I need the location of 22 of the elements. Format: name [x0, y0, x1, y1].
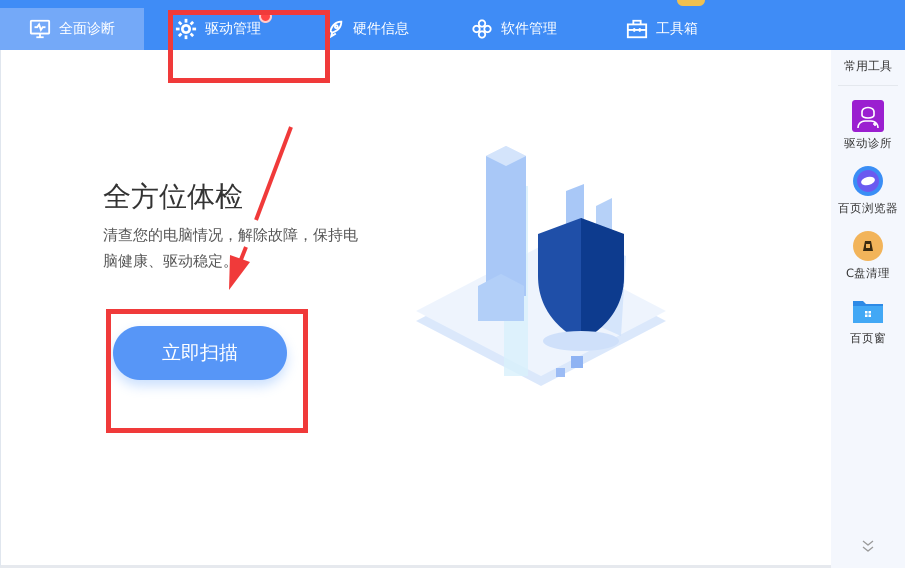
cleaner-icon — [852, 230, 884, 262]
tool-shortcut[interactable]: 驱动诊所 — [844, 100, 892, 151]
toolbox-icon — [626, 18, 648, 40]
tool-shortcut[interactable]: C盘清理 — [846, 230, 890, 281]
browser-icon — [852, 165, 884, 197]
hero-title: 全方位体检 — [103, 179, 244, 215]
hero-description: 清查您的电脑情况，解除故障，保持电脑健康、驱动稳定。 — [103, 225, 359, 272]
nav-tab[interactable]: 全面诊断 — [0, 8, 144, 50]
scan-button[interactable]: 立即扫描 — [113, 326, 287, 380]
tool-shortcut[interactable]: 百页窗 — [850, 295, 886, 346]
settings-icon — [175, 18, 197, 40]
nav-tab[interactable]: 工具箱 — [588, 8, 736, 50]
nav-tab[interactable]: 驱动管理 — [144, 8, 292, 50]
flower-icon — [471, 18, 493, 40]
nav-tab[interactable]: 软件管理 — [440, 8, 588, 50]
nav-tab[interactable]: 硬件信息 — [292, 8, 440, 50]
monitor-icon — [29, 18, 51, 40]
vip-badge-icon — [677, 0, 705, 6]
sidebar-title: 常用工具 — [838, 50, 898, 86]
doctor-icon — [852, 100, 884, 132]
double-chevron-down-icon[interactable] — [860, 538, 876, 554]
tool-shortcut[interactable]: 百页浏览器 — [838, 165, 898, 216]
